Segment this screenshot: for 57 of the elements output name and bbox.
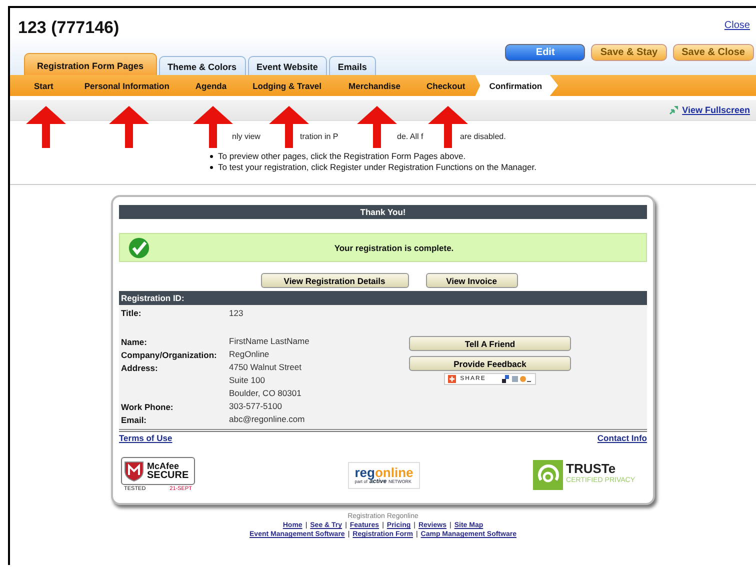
field-label: Title: [121, 308, 142, 320]
tab[interactable]: Theme & Colors [158, 56, 246, 75]
social-icons [502, 375, 532, 383]
tab[interactable]: Emails [328, 56, 376, 75]
field-value: Boulder, CO 80301 [229, 388, 302, 400]
field-label: Company/Organization: [121, 349, 218, 362]
bullet-icon [210, 166, 213, 169]
field-value: 303-577-5100 [229, 401, 282, 413]
step-tab[interactable]: Confirmation [475, 75, 558, 96]
step-tab[interactable]: Start [34, 75, 54, 96]
notice-text: nly view [232, 132, 262, 140]
page-title: 123 (777146) [18, 18, 120, 38]
instruction-text: To test your registration, click Register under Registration Functions on the Manager. [218, 162, 536, 173]
step-tab[interactable]: Personal Information [84, 75, 170, 96]
badge-brand: McAfee [147, 461, 180, 471]
step-tab[interactable]: Agenda [195, 75, 227, 96]
footer-link[interactable]: Contact Info [597, 433, 647, 443]
notice-text: are disabled. [460, 132, 506, 140]
bullet-icon [210, 155, 213, 158]
action-button[interactable]: Save & Stay [591, 44, 667, 61]
badge-brand: TRUSTe [566, 463, 617, 475]
field-value: RegOnline [229, 349, 270, 361]
step-tab[interactable]: Merchandise [348, 75, 400, 96]
card-button[interactable]: View Registration Details [260, 273, 408, 288]
shield-icon [124, 460, 144, 482]
success-message: Your registration is complete. [333, 242, 455, 252]
instruction-text: To preview other pages, click the Registration Form Pages above. [218, 151, 466, 162]
fullscreen-link[interactable]: View Fullscreen [669, 105, 750, 115]
section-header: Registration ID: [119, 291, 647, 305]
field-label: Name: [121, 336, 148, 349]
field-label: Work Phone: [121, 401, 174, 414]
tab[interactable]: Registration Form Pages [24, 53, 157, 75]
field-value: 123 [229, 308, 244, 320]
field-label: Email: [121, 414, 148, 427]
logo-wordmark: regonline [354, 466, 414, 478]
field-value: FirstName LastName [229, 336, 310, 348]
expand-icon [669, 105, 680, 115]
step-tab[interactable]: Lodging & Travel [252, 75, 322, 96]
plus-icon [448, 375, 456, 383]
check-icon [128, 236, 150, 258]
field-value: abc@regonline.com [229, 414, 305, 426]
badge-text: SECURE [147, 471, 189, 481]
field-label: Address: [121, 362, 159, 375]
card-header: Thank You! [119, 205, 647, 219]
tab[interactable]: Event Website [248, 56, 327, 75]
footer-link[interactable]: Terms of Use [119, 433, 172, 443]
action-button[interactable]: Save & Close [672, 44, 754, 61]
step-tab[interactable]: Checkout [426, 75, 466, 96]
field-value: Suite 100 [229, 375, 266, 387]
field-value: 4750 Walnut Street [229, 362, 302, 374]
card-button[interactable]: Provide Feedback [409, 356, 571, 371]
notice-text: de. All f [397, 132, 424, 140]
close-link[interactable]: Close [724, 20, 750, 31]
card-button[interactable]: View Invoice [426, 273, 518, 288]
truste-icon [533, 460, 564, 490]
card-button[interactable]: Tell A Friend [409, 336, 571, 351]
notice-text: tration in P [300, 132, 340, 140]
